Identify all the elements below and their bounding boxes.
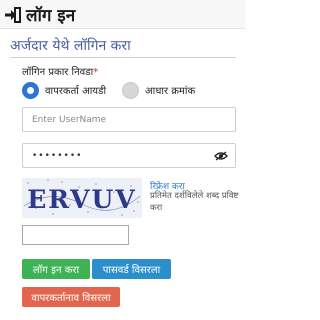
radio-user-id[interactable]: वापरकर्ता आयडी <box>22 80 106 100</box>
subtitle-divider <box>10 57 236 58</box>
required-mark: * <box>93 67 99 78</box>
forgot-password-button[interactable]: पासवर्ड विसरला <box>92 259 171 279</box>
login-arrow-icon <box>5 7 21 23</box>
page-header: लॉग इन <box>0 0 245 29</box>
captcha-image: ERVUV <box>22 178 142 218</box>
login-type-label-text: लॉगिन प्रकार निवडा <box>22 67 94 78</box>
radio-selected-indicator[interactable] <box>22 81 39 99</box>
radio-unselected-indicator[interactable] <box>122 81 139 99</box>
password-input[interactable]: •••••••• <box>22 143 236 168</box>
captcha-text: ERVUV <box>27 185 137 214</box>
form-subtitle: अर्जदार येथे लॉगिन करा <box>10 38 131 54</box>
radio-aadhaar-label: आधार क्रमांक <box>145 86 196 97</box>
login-button[interactable]: लॉग इन करा <box>22 259 90 279</box>
forgot-username-button[interactable]: वापरकर्तानाव विसरला <box>22 287 120 307</box>
username-placeholder: Enter UserName <box>32 114 107 125</box>
login-type-label: लॉगिन प्रकार निवडा* <box>22 64 98 78</box>
eye-slash-icon[interactable] <box>214 151 228 161</box>
radio-aadhaar[interactable]: आधार क्रमांक <box>122 80 195 100</box>
captcha-hint: प्रतिमेत दर्शविलेले शब्द प्रविष्ट करा <box>150 191 239 213</box>
username-input[interactable]: Enter UserName <box>22 107 236 132</box>
page-title: लॉग इन <box>26 6 76 26</box>
login-page: लॉग इन अर्जदार येथे लॉगिन करा लॉगिन प्रक… <box>0 0 245 320</box>
radio-user-id-label: वापरकर्ता आयडी <box>45 86 107 97</box>
captcha-input[interactable] <box>22 225 129 245</box>
password-value: •••••••• <box>32 150 83 161</box>
